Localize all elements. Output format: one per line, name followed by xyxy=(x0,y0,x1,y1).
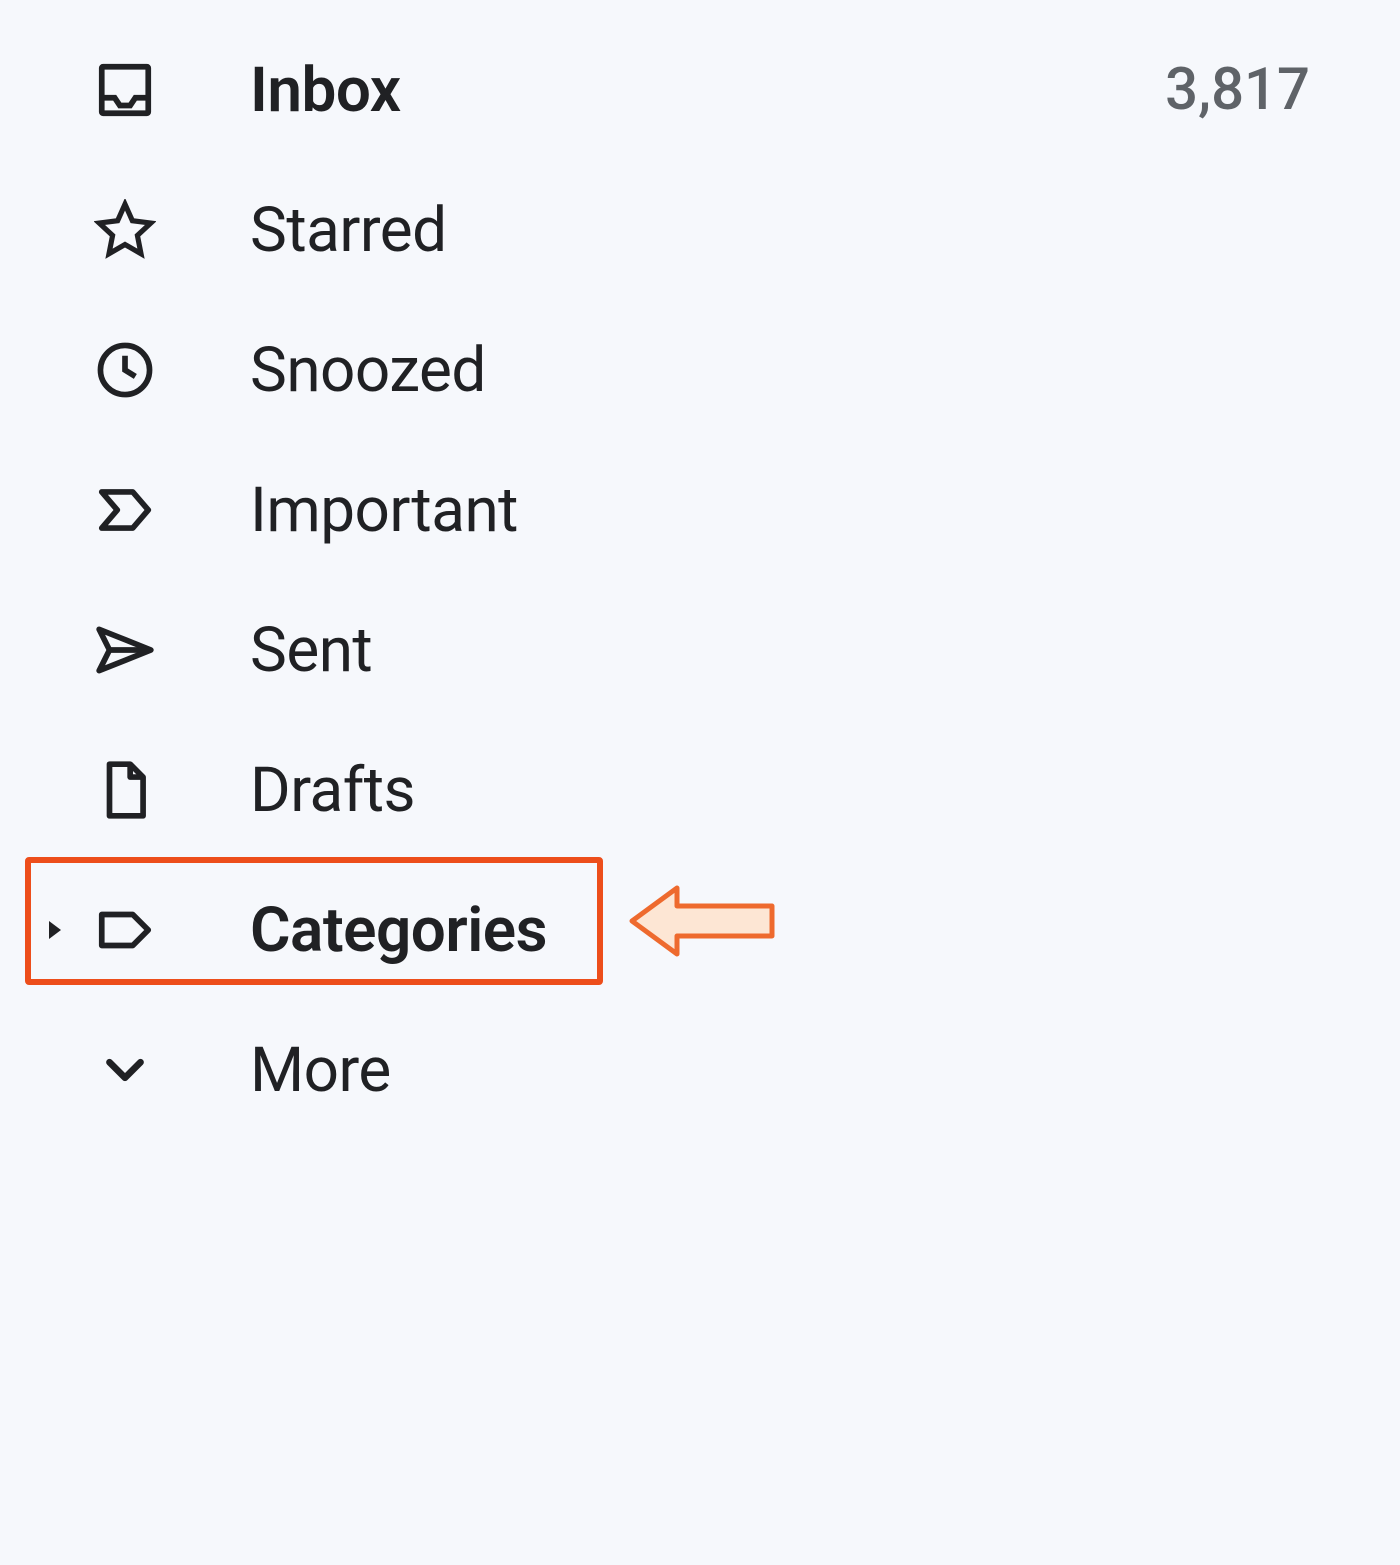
sidebar-item-label: Snoozed xyxy=(250,334,1360,407)
clock-icon xyxy=(90,335,160,405)
sidebar-item-more[interactable]: More xyxy=(0,1000,1400,1140)
inbox-count: 3,817 xyxy=(1165,56,1310,124)
sidebar-item-inbox[interactable]: Inbox 3,817 xyxy=(0,20,1400,160)
chevron-down-icon xyxy=(90,1035,160,1105)
send-icon xyxy=(90,615,160,685)
star-icon xyxy=(90,195,160,265)
sidebar-item-snoozed[interactable]: Snoozed xyxy=(0,300,1400,440)
important-icon xyxy=(90,475,160,545)
sidebar-item-sent[interactable]: Sent xyxy=(0,580,1400,720)
sidebar-item-categories[interactable]: Categories xyxy=(0,860,1400,1000)
sidebar-item-label: Starred xyxy=(250,194,1360,267)
sidebar-item-label: Sent xyxy=(250,614,1360,687)
sidebar-item-label: Categories xyxy=(250,894,1360,967)
expand-triangle-icon[interactable] xyxy=(20,918,90,942)
sidebar-item-label: Drafts xyxy=(250,754,1360,827)
sidebar-item-label: More xyxy=(250,1034,1360,1107)
sidebar-item-drafts[interactable]: Drafts xyxy=(0,720,1400,860)
sidebar: Inbox 3,817 Starred Snoozed Important xyxy=(0,0,1400,1160)
sidebar-item-label: Inbox xyxy=(250,54,1165,127)
sidebar-item-label: Important xyxy=(250,474,1360,547)
file-icon xyxy=(90,755,160,825)
label-icon xyxy=(90,895,160,965)
sidebar-item-important[interactable]: Important xyxy=(0,440,1400,580)
inbox-icon xyxy=(90,55,160,125)
sidebar-item-starred[interactable]: Starred xyxy=(0,160,1400,300)
